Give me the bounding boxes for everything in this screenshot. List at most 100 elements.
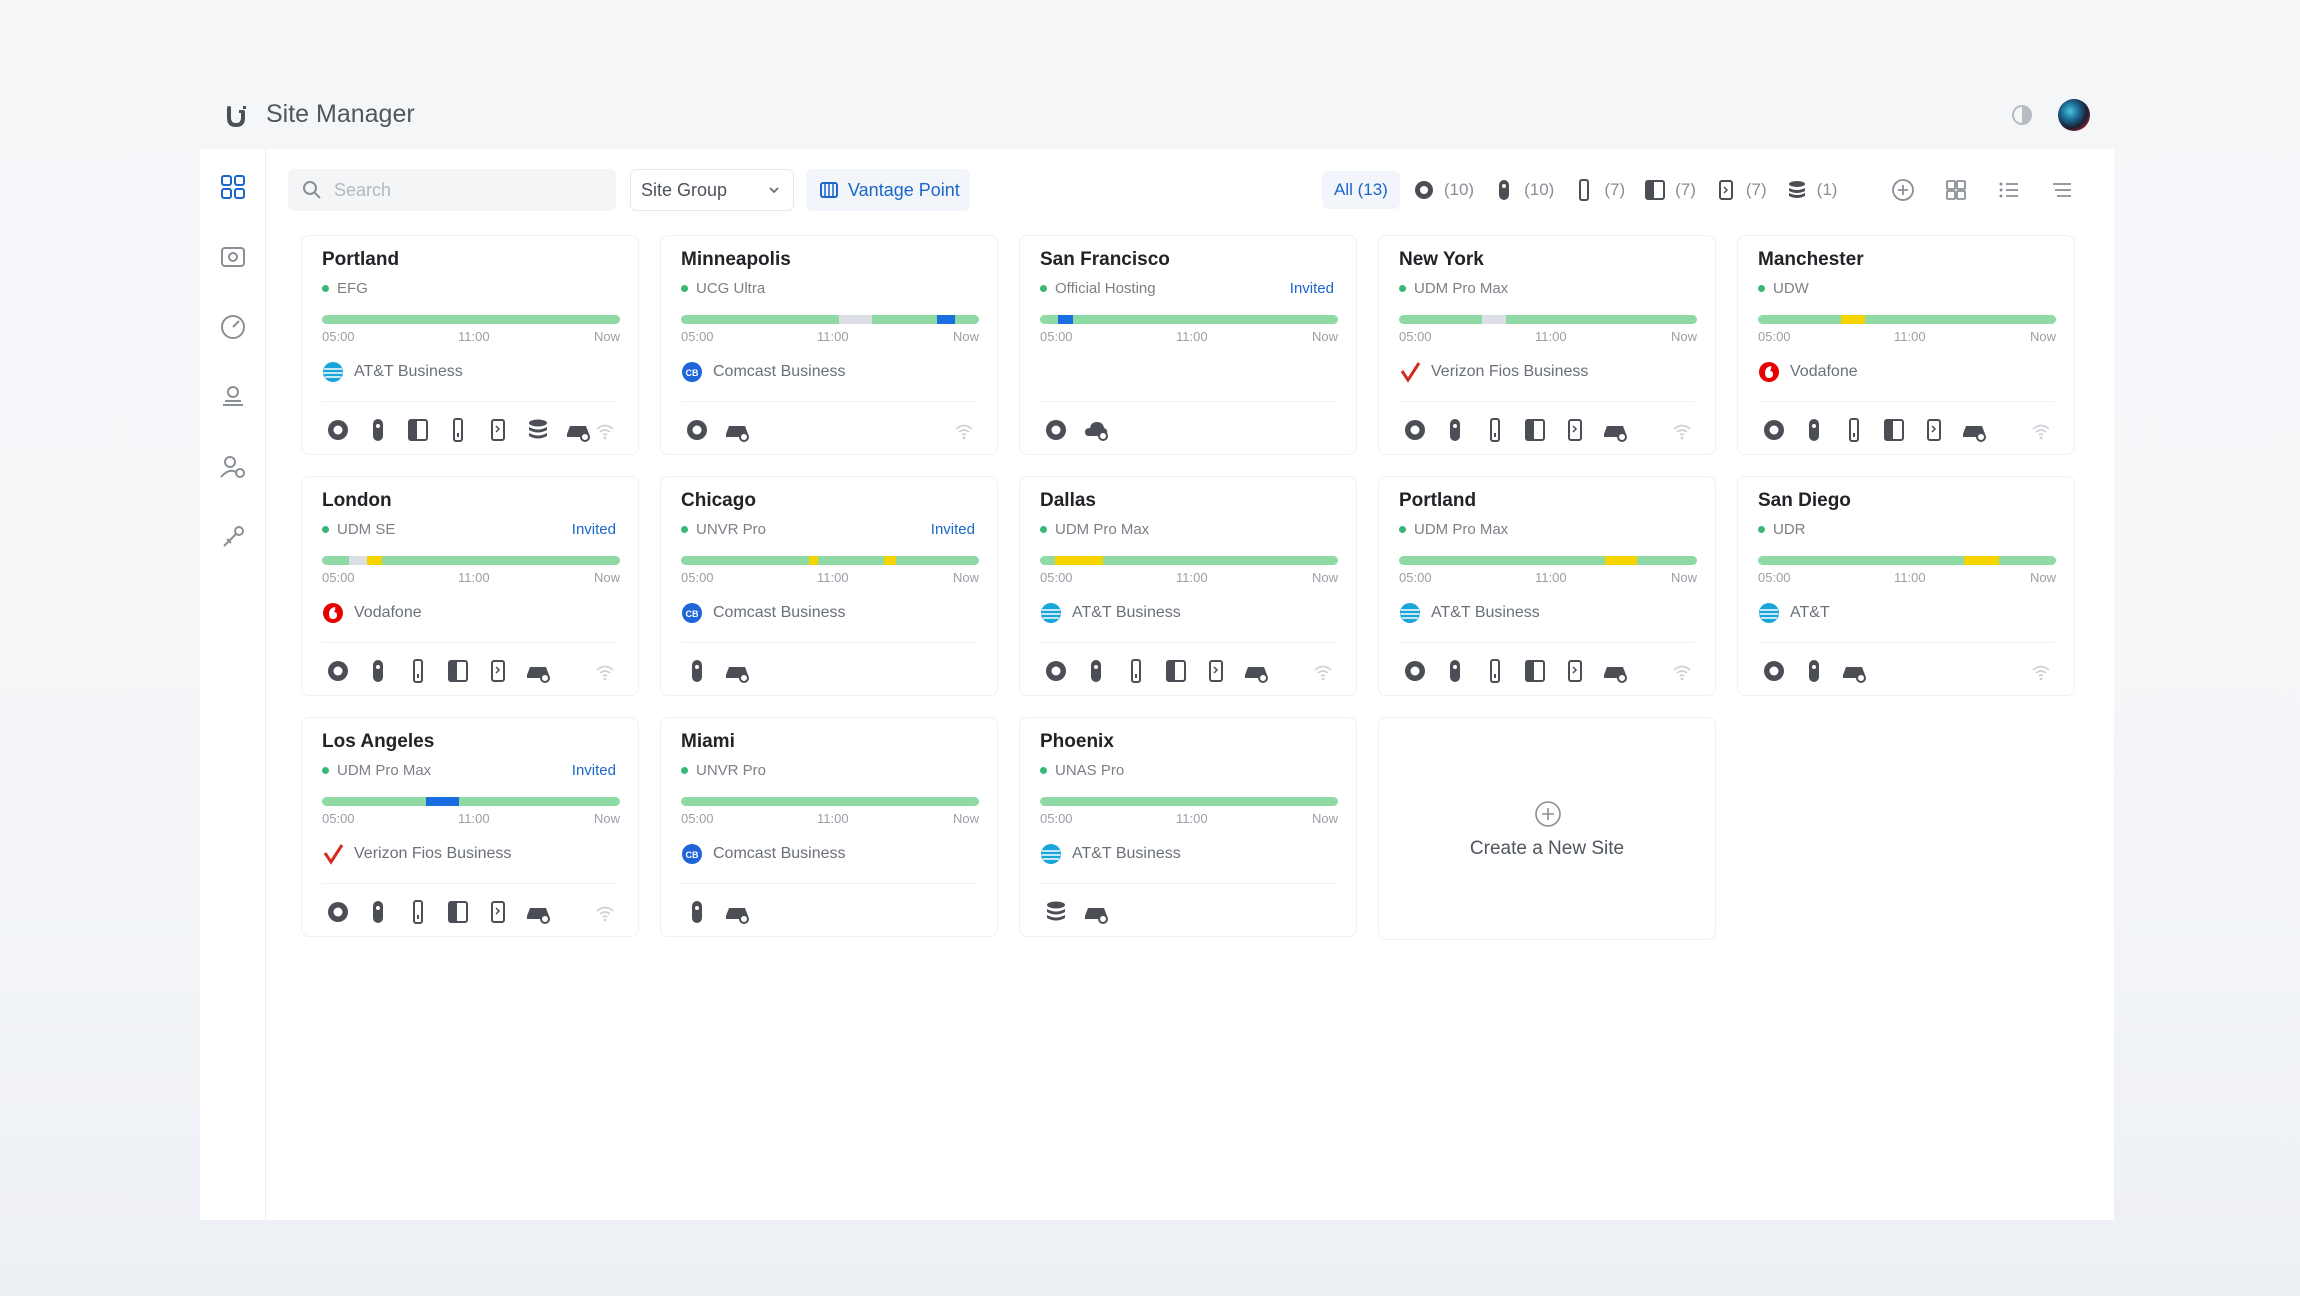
uptime-segment <box>1841 315 1866 324</box>
site-card[interactable]: Phoenix UNAS Pro 05:00 11:00 Now AT&T Busines… <box>1019 717 1357 937</box>
device-icons <box>1042 898 1122 926</box>
comcast-logo-icon: CB <box>682 362 702 382</box>
isp-info: Vodafone <box>322 602 422 624</box>
tower-icon <box>1490 659 1500 683</box>
uptime-bar <box>1399 315 1697 324</box>
uptime-bar <box>1758 556 2056 565</box>
wifi-icon <box>1673 665 1691 681</box>
isp-info: AT&T Business <box>1040 602 1181 624</box>
user-settings-icon[interactable] <box>217 451 249 483</box>
uptime-bar <box>1040 315 1338 324</box>
devices-icon[interactable] <box>217 241 249 273</box>
uptime-segment <box>1054 556 1103 565</box>
uptime-segment <box>1482 315 1507 324</box>
site-device: UDM Pro Max <box>1040 521 1149 538</box>
create-new-site-button[interactable]: Create a New Site <box>1378 717 1716 940</box>
wifi-icon <box>1314 665 1332 681</box>
site-card[interactable]: Dallas UDM Pro Max 05:00 11:00 Now AT&T Busin… <box>1019 476 1357 696</box>
tick-end: Now <box>1311 329 1338 344</box>
search-input[interactable] <box>334 179 604 201</box>
site-card[interactable]: Chicago UNVR Pro Invited 05:00 11:00 Now CB Com… <box>660 476 998 696</box>
uptime-segment <box>809 556 819 565</box>
grid-view-icon[interactable] <box>1943 177 1969 203</box>
site-card[interactable]: Miami UNVR Pro 05:00 11:00 Now CB Comcast Busi… <box>660 717 998 937</box>
tick-mid: 11:00 <box>1894 329 1926 344</box>
isp-name: Comcast Business <box>713 845 846 862</box>
list-view-icon[interactable] <box>1996 177 2022 203</box>
sort-menu-icon[interactable] <box>2049 177 2075 203</box>
uptime-segment <box>1057 315 1073 324</box>
isp-info: AT&T Business <box>1399 602 1540 624</box>
site-card[interactable]: New York UDM Pro Max 05:00 11:00 Now Verizon … <box>1378 235 1716 455</box>
site-card[interactable]: Portland UDM Pro Max 05:00 11:00 Now AT&T Bus… <box>1378 476 1716 696</box>
site-card[interactable]: Manchester UDW 05:00 11:00 Now Vodafone <box>1737 235 2075 455</box>
theme-toggle-icon[interactable] <box>2010 103 2034 127</box>
gateway-icon <box>1245 667 1268 683</box>
switch-icon <box>448 901 468 923</box>
site-name: San Francisco <box>1040 249 1170 270</box>
vantage-point-button[interactable]: Vantage Point <box>806 169 970 211</box>
site-card[interactable]: Los Angeles UDM Pro Max Invited 05:00 11:00 N… <box>301 717 639 937</box>
site-card[interactable]: San Francisco Official Hosting Invited 05:0… <box>1019 235 1357 455</box>
comcast-logo-icon: CB <box>682 603 702 623</box>
site-group-select[interactable]: Site Group <box>630 169 794 211</box>
tick-start: 05:00 <box>1399 329 1432 344</box>
gateway-icon <box>527 908 550 924</box>
tick-start: 05:00 <box>1040 329 1073 344</box>
site-name: Miami <box>681 731 735 752</box>
uptime-bar <box>322 315 620 324</box>
doorbell-icon <box>491 660 505 682</box>
filter-tower[interactable]: (7) <box>1572 178 1625 202</box>
filter-switch[interactable]: (7) <box>1643 178 1696 202</box>
invited-badge: Invited <box>1289 280 1334 297</box>
search-box[interactable] <box>288 169 616 211</box>
status-dot <box>1399 285 1406 292</box>
access-point-icon <box>373 901 383 923</box>
wifi-icon <box>955 424 973 440</box>
isp-name: Vodafone <box>1790 363 1858 380</box>
add-circle-icon[interactable] <box>1890 177 1916 203</box>
tower-icon <box>1490 418 1500 442</box>
tick-start: 05:00 <box>1399 570 1432 585</box>
speedometer-icon[interactable] <box>217 311 249 343</box>
tick-end: Now <box>1670 329 1697 344</box>
site-device: UDM Pro Max <box>1399 280 1508 297</box>
filter-count: (10) <box>1524 180 1555 199</box>
site-card[interactable]: London UDM SE Invited 05:00 11:00 Now Vodafone <box>301 476 639 696</box>
device-icons <box>324 898 564 926</box>
filter-all[interactable]: All (13) <box>1322 171 1400 209</box>
filter-storage[interactable]: (1) <box>1785 178 1837 202</box>
wifi-icon <box>596 665 614 681</box>
site-name: San Diego <box>1758 490 1851 511</box>
filter-doorbell[interactable]: (7) <box>1714 178 1767 202</box>
invited-badge: Invited <box>571 521 616 538</box>
svg-text:CB: CB <box>686 368 699 378</box>
header: Site Manager <box>200 83 2114 149</box>
user-avatar[interactable] <box>2058 99 2090 131</box>
site-card[interactable]: Minneapolis UCG Ultra 05:00 11:00 Now CB Comca… <box>660 235 998 455</box>
device-icons <box>324 657 564 685</box>
ubiquiti-logo-icon[interactable] <box>220 99 254 133</box>
sites-grid-icon[interactable] <box>217 171 249 203</box>
console-icon <box>687 420 707 440</box>
tick-mid: 11:00 <box>1894 570 1926 585</box>
access-point-icon <box>1091 660 1101 682</box>
device-model: EFG <box>337 280 368 297</box>
backup-icon[interactable] <box>217 381 249 413</box>
tick-start: 05:00 <box>681 811 714 826</box>
site-card[interactable]: Portland EFG 05:00 11:00 Now AT&T Business <box>301 235 639 455</box>
gateway-icon <box>527 667 550 683</box>
isp-name: AT&T Business <box>1072 604 1181 621</box>
uptime-segment <box>937 315 956 324</box>
filter-access-point[interactable]: (10) <box>1492 178 1554 202</box>
site-device: UNAS Pro <box>1040 762 1124 779</box>
tower-icon <box>453 418 463 442</box>
divider <box>1040 642 1336 643</box>
site-device: UDR <box>1758 521 1806 538</box>
site-card[interactable]: San Diego UDR 05:00 11:00 Now AT&T <box>1737 476 2075 696</box>
isp-info: AT&T Business <box>1040 843 1181 865</box>
integrations-icon[interactable] <box>217 521 249 553</box>
site-name: Portland <box>1399 490 1477 511</box>
filter-console[interactable]: (10) <box>1412 178 1474 202</box>
access-point-icon <box>1809 660 1819 682</box>
